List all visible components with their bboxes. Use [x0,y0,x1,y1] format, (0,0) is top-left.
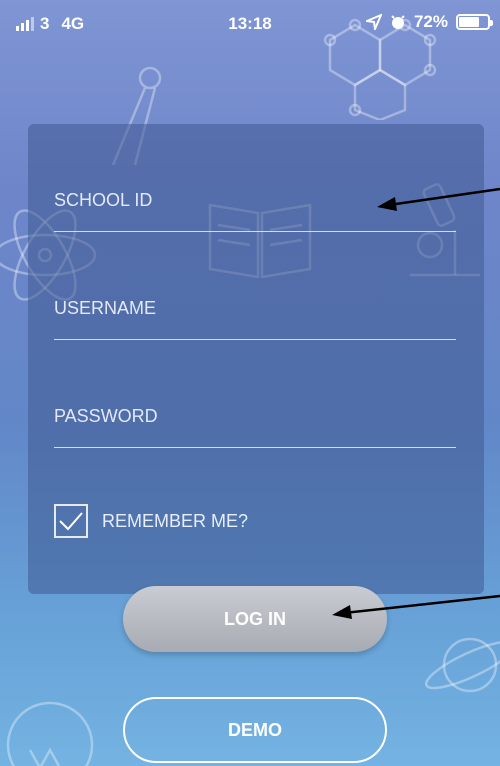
battery-icon [456,14,493,30]
annotation-arrow-school-id [377,187,500,211]
lightbulb-doodle [6,701,94,766]
status-right: 72% [365,12,493,32]
login-screen: 3 4G 13:18 72% REMEMBER ME? [0,0,500,766]
password-input[interactable] [54,396,456,436]
status-bar: 3 4G 13:18 72% [0,0,500,46]
battery-fill [459,17,480,27]
username-underline [54,339,456,340]
demo-button[interactable]: DEMO [123,697,387,763]
alarm-icon [391,15,405,29]
password-underline [54,447,456,448]
planet-doodle [424,637,500,693]
password-field [54,396,456,456]
username-field [54,288,456,348]
username-input[interactable] [54,288,456,328]
remember-me-toggle[interactable]: REMEMBER ME? [54,504,248,538]
remember-me-checkbox[interactable] [54,504,88,538]
school-id-underline [54,231,456,232]
location-icon [365,14,382,30]
remember-me-label: REMEMBER ME? [102,510,249,531]
check-icon [59,512,83,531]
annotation-arrow-login [332,594,500,619]
battery-percent: 72% [413,12,448,31]
